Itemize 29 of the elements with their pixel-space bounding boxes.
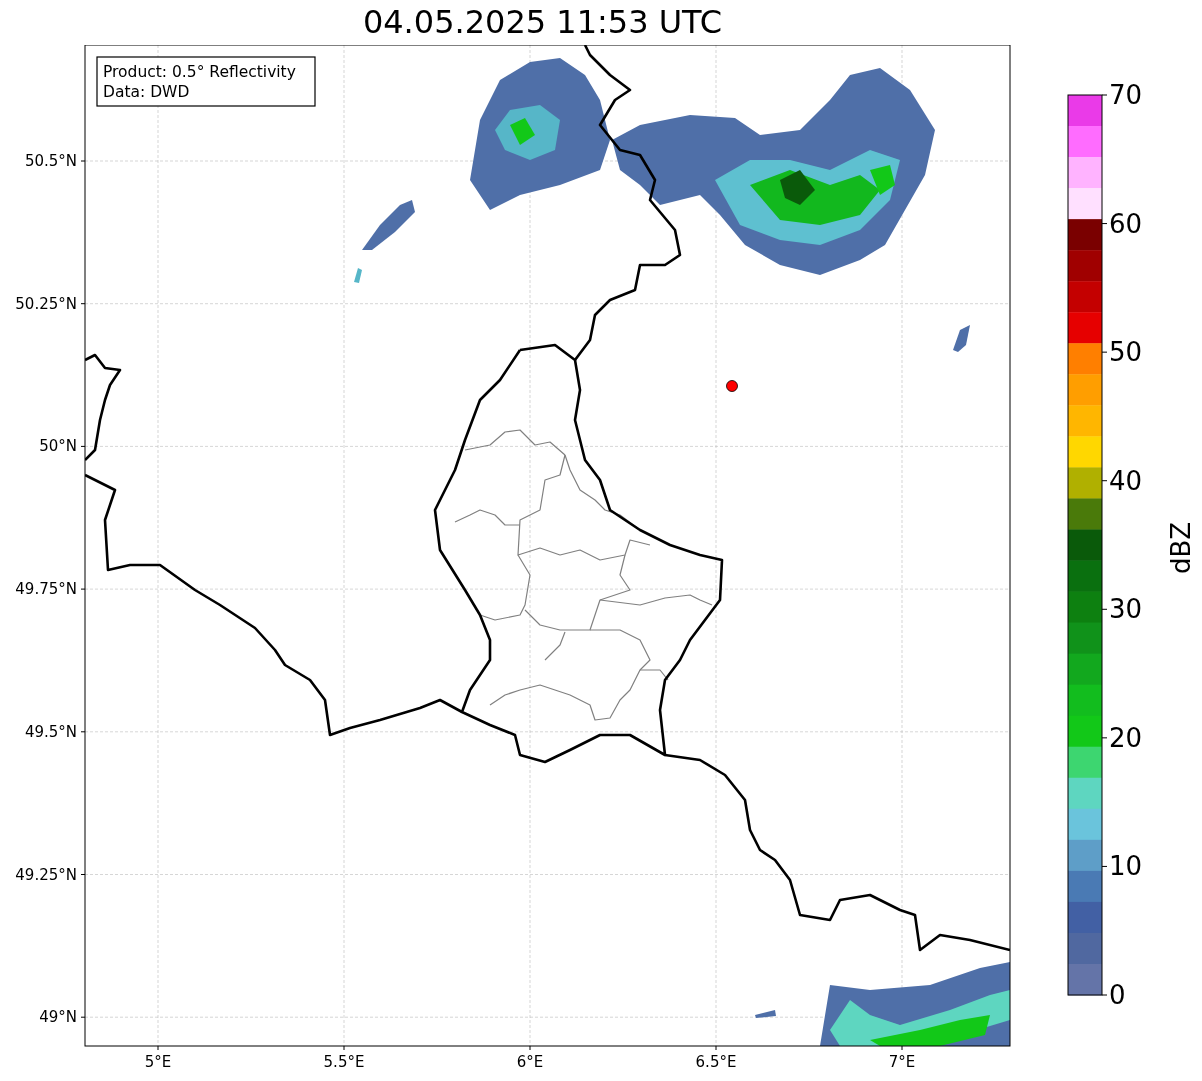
x-tick-label: 5°E	[144, 1053, 172, 1071]
y-tick-label: 50.5°N	[24, 152, 77, 170]
colorbar-tick-label: 50	[1109, 337, 1143, 368]
y-tick-label: 49.5°N	[24, 722, 77, 741]
y-tick-label: 49.25°N	[15, 865, 77, 884]
colorbar-tick-label: 60	[1109, 208, 1143, 239]
colorbar-label: dBZ	[1166, 521, 1196, 575]
colorbar-tick-label: 30	[1109, 594, 1143, 625]
x-tick-label: 6.5°E	[695, 1053, 737, 1071]
x-tick-label: 6°E	[516, 1053, 544, 1071]
y-tick-label: 50°N	[39, 437, 77, 456]
colorbar-tick-label: 10	[1109, 851, 1143, 882]
radar-echo	[953, 325, 970, 352]
radar-echo	[362, 200, 415, 250]
x-tick-label: 5.5°E	[323, 1053, 365, 1071]
plot-title: 04.05.2025 11:53 UTC	[361, 2, 724, 43]
radar-site-marker	[726, 380, 738, 392]
info-text: Data: DWD	[103, 83, 190, 101]
info-text: Product: 0.5° Reflectivity	[103, 63, 296, 81]
y-tick-label: 49°N	[39, 1008, 77, 1027]
colorbar-tick-label: 40	[1109, 465, 1143, 496]
y-tick-label: 50.25°N	[15, 294, 77, 313]
y-tick-label: 49.75°N	[15, 580, 77, 599]
radar-echo	[354, 268, 362, 283]
colorbar-tick-label: 0	[1109, 980, 1126, 1010]
colorbar-tick-label: 20	[1109, 722, 1143, 753]
radar-echo	[755, 1010, 776, 1018]
x-tick-label: 7°E	[888, 1053, 916, 1071]
colorbar-tick-label: 70	[1109, 80, 1143, 110]
